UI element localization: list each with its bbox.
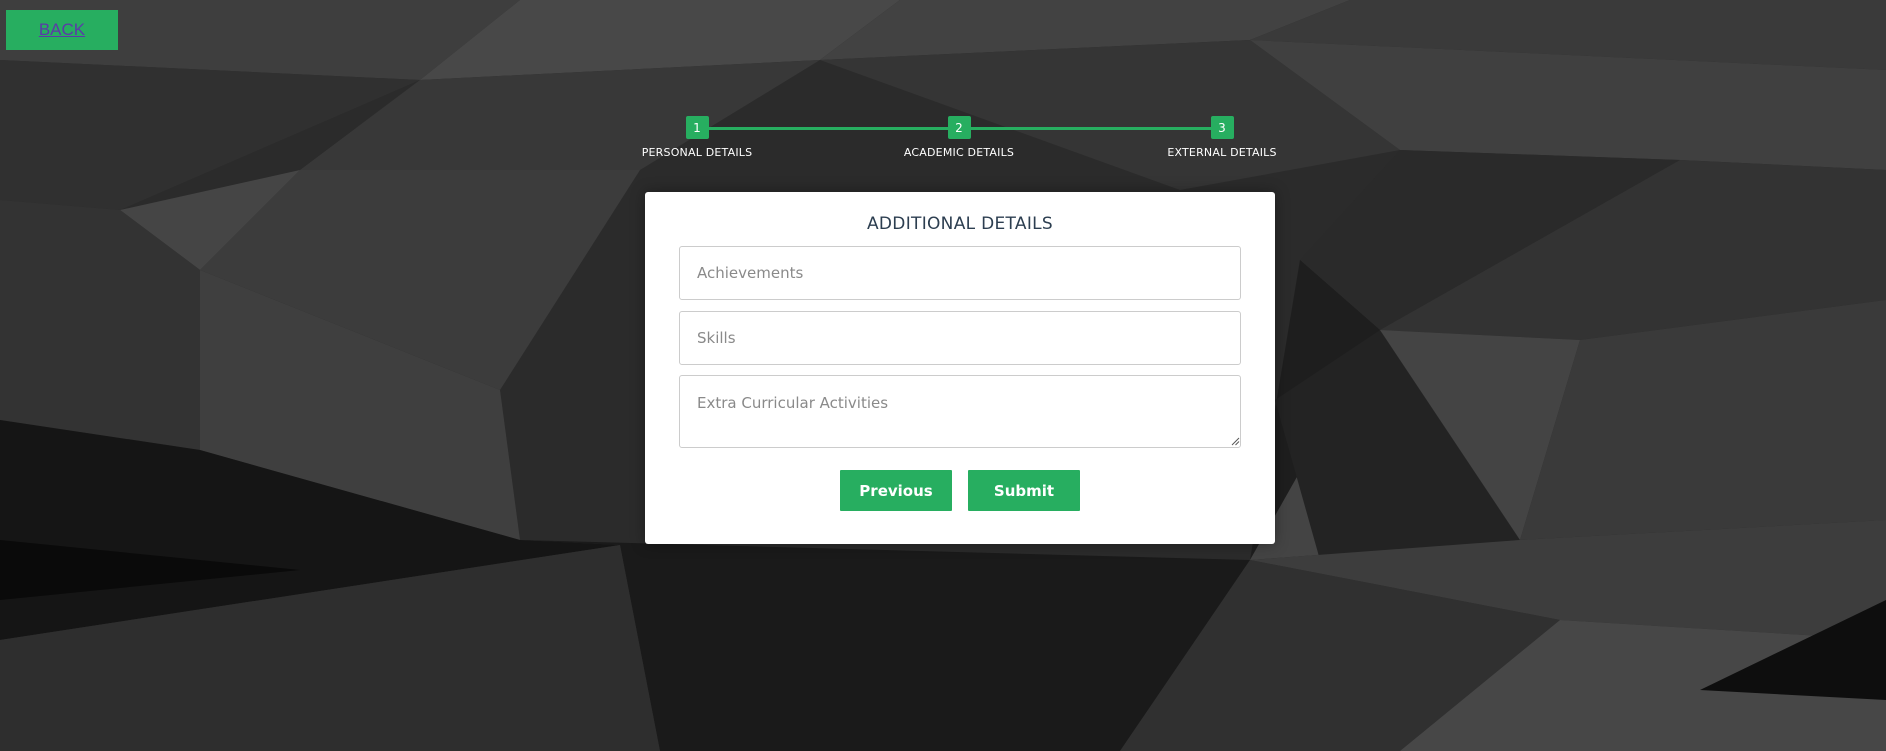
step-number: 1: [685, 116, 709, 139]
skills-input[interactable]: [679, 311, 1241, 365]
resize-grip-icon[interactable]: [1231, 437, 1240, 446]
previous-button[interactable]: Previous: [840, 470, 952, 511]
step-personal-details: 1 PERSONAL DETAILS: [637, 116, 757, 159]
additional-details-form: ADDITIONAL DETAILS Previous Submit: [645, 192, 1275, 544]
step-academic-details: 2 ACADEMIC DETAILS: [899, 116, 1019, 159]
progress-bar: 1 PERSONAL DETAILS 2 ACADEMIC DETAILS 3 …: [640, 116, 1280, 166]
extra-curricular-textarea[interactable]: [679, 375, 1241, 448]
step-label: ACADEMIC DETAILS: [903, 146, 1015, 159]
step-external-details: 3 EXTERNAL DETAILS: [1162, 116, 1282, 159]
achievements-input[interactable]: [679, 246, 1241, 300]
step-number: 3: [1210, 116, 1234, 139]
form-title: ADDITIONAL DETAILS: [866, 214, 1054, 234]
back-button[interactable]: BACK: [6, 10, 118, 50]
submit-button[interactable]: Submit: [968, 470, 1080, 511]
step-label: PERSONAL DETAILS: [641, 146, 753, 159]
step-label: EXTERNAL DETAILS: [1167, 146, 1277, 159]
step-number: 2: [947, 116, 971, 139]
